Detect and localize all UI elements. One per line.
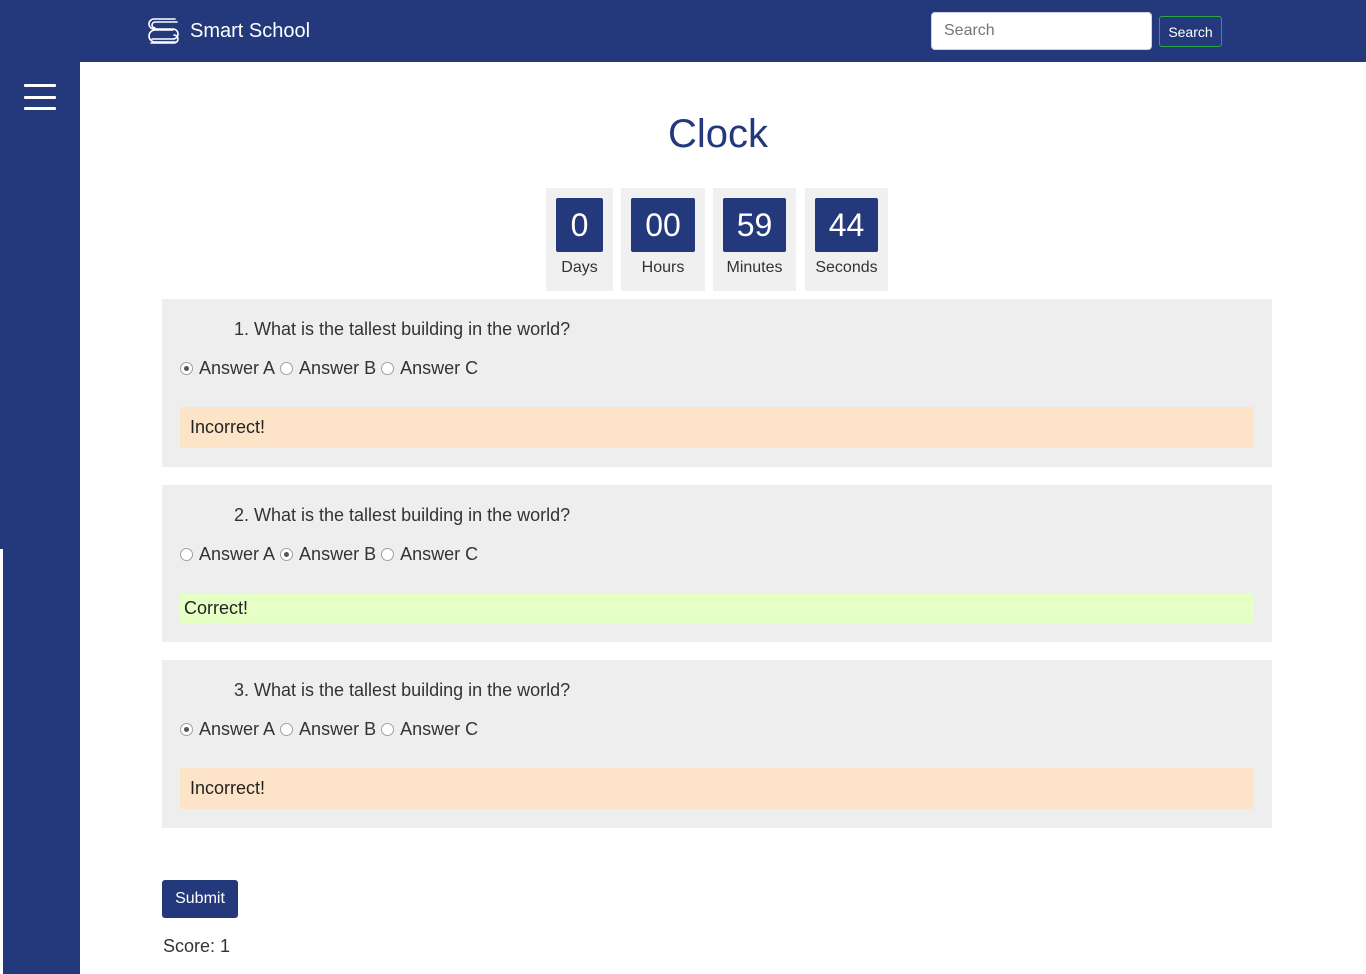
question-text: 3. What is the tallest building in the w… (234, 680, 571, 700)
page-title: Clock (667, 112, 769, 156)
answer-option-b[interactable]: Answer B (280, 544, 376, 565)
clock-seconds-label: Seconds (815, 259, 878, 276)
answer-label: Answer B (299, 358, 377, 378)
brand-name: Smart School (190, 19, 311, 42)
answer-option-a[interactable]: Answer A (180, 719, 275, 740)
brand-link[interactable]: Smart School (145, 14, 310, 48)
clock-seconds: 44 Seconds (805, 188, 888, 291)
clock-hours-label: Hours (641, 259, 685, 276)
question-card-2: 2. What is the tallest building in the w… (162, 485, 1272, 642)
clock-days-value: 0 (556, 198, 603, 252)
feedback-message: Incorrect! (180, 407, 1253, 448)
answer-option-c[interactable]: Answer C (381, 358, 478, 379)
radio-icon[interactable] (381, 723, 395, 736)
smart-school-logo-icon (148, 18, 179, 44)
question-card-3: 3. What is the tallest building in the w… (162, 660, 1272, 828)
clock-hours-value: 00 (631, 198, 695, 252)
radio-icon[interactable] (381, 362, 395, 375)
answer-label: Answer C (400, 358, 479, 378)
answer-label: Answer A (199, 719, 276, 739)
clock-days-label: Days (561, 259, 598, 276)
feedback-message: Correct! (180, 594, 1253, 623)
sidebar (0, 62, 80, 974)
answer-label: Answer A (199, 358, 276, 378)
radio-icon[interactable] (280, 723, 294, 736)
question-text: 2. What is the tallest building in the w… (234, 505, 571, 525)
radio-icon[interactable] (180, 723, 193, 736)
score-text: Score: 1 (163, 936, 231, 956)
answer-option-c[interactable]: Answer C (381, 544, 478, 565)
radio-icon[interactable] (381, 548, 395, 561)
clock-minutes-label: Minutes (726, 259, 783, 276)
radio-icon[interactable] (180, 362, 193, 375)
main-content: Clock 0 Days 00 Hours 59 Minutes 44 Seco… (80, 62, 1366, 974)
search-input[interactable] (931, 12, 1152, 50)
clock-minutes: 59 Minutes (713, 188, 796, 291)
radio-icon[interactable] (180, 548, 193, 561)
answer-group: Answer A Answer B Answer C (180, 358, 483, 379)
clock-hours: 00 Hours (621, 188, 705, 291)
answer-option-a[interactable]: Answer A (180, 544, 275, 565)
radio-icon[interactable] (280, 548, 294, 561)
clock-days: 0 Days (546, 188, 613, 291)
top-navbar: Smart School Search (0, 0, 1366, 62)
submit-button[interactable]: Submit (162, 880, 238, 918)
answer-label: Answer C (400, 719, 479, 739)
answer-label: Answer B (299, 544, 377, 564)
answer-label: Answer B (299, 719, 377, 739)
answer-option-a[interactable]: Answer A (180, 358, 275, 379)
feedback-message: Incorrect! (180, 768, 1253, 809)
clock-minutes-value: 59 (723, 198, 786, 252)
sidebar-edge (0, 549, 3, 974)
answer-group: Answer A Answer B Answer C (180, 544, 483, 565)
answer-group: Answer A Answer B Answer C (180, 719, 483, 740)
answer-option-c[interactable]: Answer C (381, 719, 478, 740)
question-text: 1. What is the tallest building in the w… (234, 319, 571, 339)
answer-option-b[interactable]: Answer B (280, 719, 376, 740)
answer-label: Answer C (400, 544, 479, 564)
answer-option-b[interactable]: Answer B (280, 358, 376, 379)
menu-icon[interactable] (24, 84, 56, 110)
question-card-1: 1. What is the tallest building in the w… (162, 299, 1272, 467)
clock-seconds-value: 44 (815, 198, 878, 252)
answer-label: Answer A (199, 544, 276, 564)
search-button[interactable]: Search (1159, 16, 1222, 47)
radio-icon[interactable] (280, 362, 294, 375)
